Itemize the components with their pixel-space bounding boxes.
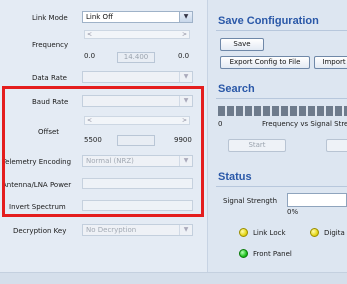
frequency-min: 0.0 [84,52,96,60]
progress-segment [218,106,226,116]
signal-strength-value: 0% [287,208,299,216]
bottom-bar [0,272,347,284]
link-mode-select[interactable]: Link Off ▼ [82,11,193,23]
save-button[interactable]: Save [220,38,264,51]
front-panel-led-icon [239,249,248,258]
section-divider [216,30,347,31]
chevron-right-icon[interactable]: > [180,30,189,39]
graph-axis-zero: 0 [218,120,223,128]
progress-segment [326,106,334,116]
link-mode-value: Link Off [86,13,113,21]
chevron-left-icon[interactable]: < [85,30,94,39]
signal-strength-meter [287,193,347,207]
graph-label: Frequency vs Signal Stre [262,120,347,128]
frequency-max: 0.0 [178,52,190,60]
progress-segment [263,106,271,116]
progress-segment [308,106,316,116]
progress-segment [281,106,289,116]
link-mode-label: Link Mode [32,14,68,22]
progress-segment [227,106,235,116]
save-config-title: Save Configuration [218,15,319,27]
decryption-key-select[interactable]: No Decryption ▼ [82,224,193,236]
progress-segment [254,106,262,116]
highlight-box [2,86,204,217]
link-lock-label: Link Lock [253,229,286,237]
search-title: Search [218,83,255,95]
digital-label: Digita [324,229,345,237]
data-rate-select[interactable]: ▼ [82,71,193,83]
section-divider [216,186,347,187]
frequency-slider[interactable]: < > [84,30,190,39]
stop-button[interactable] [326,139,347,152]
search-progress-bar [218,106,347,117]
status-title: Status [218,171,252,183]
progress-segment [335,106,343,116]
progress-segment [245,106,253,116]
progress-segment [236,106,244,116]
digital-led-icon [310,228,319,237]
progress-segment [290,106,298,116]
signal-strength-label: Signal Strength [223,197,278,205]
export-config-button[interactable]: Export Config to File [220,56,310,69]
link-lock-led-icon [239,228,248,237]
data-rate-label: Data Rate [32,74,67,82]
progress-segment [299,106,307,116]
decryption-key-value: No Decryption [86,226,137,234]
chevron-down-icon[interactable]: ▼ [179,72,192,82]
progress-segment [272,106,280,116]
import-button[interactable]: Import [314,56,347,69]
chevron-down-icon[interactable]: ▼ [179,12,192,22]
front-panel-label: Front Panel [253,250,292,258]
start-button[interactable]: Start [228,139,286,152]
chevron-down-icon[interactable]: ▼ [179,225,192,235]
frequency-value[interactable]: 14.400 [117,52,155,63]
progress-segment [317,106,325,116]
section-divider [216,98,347,99]
frequency-label: Frequency [32,41,69,49]
decryption-key-label: Decryption Key [13,227,67,235]
